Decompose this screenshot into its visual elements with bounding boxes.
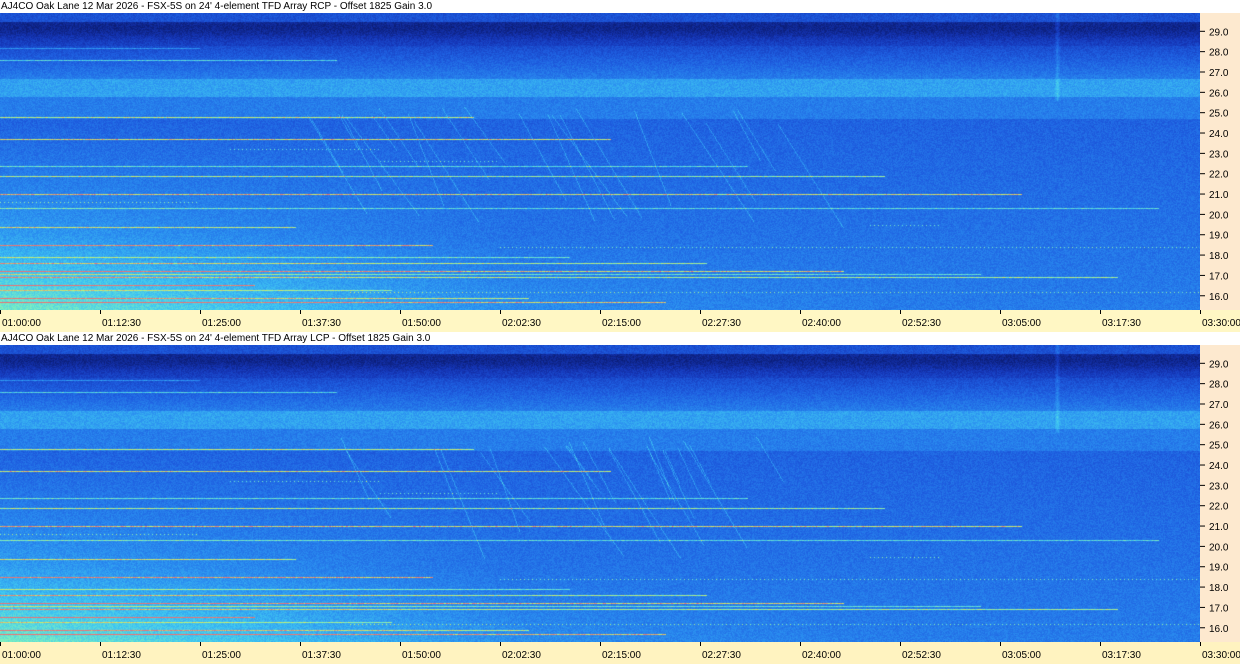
time-tick-label: 01:50:00 xyxy=(402,650,441,661)
frequency-tick-label: 17.0 xyxy=(1209,603,1229,614)
rcp-title: AJ4CO Oak Lane 12 Mar 2026 - FSX-5S on 2… xyxy=(0,0,1240,13)
frequency-tick-label: 28.0 xyxy=(1209,48,1229,59)
frequency-tick-label: 22.0 xyxy=(1209,502,1229,513)
lcp-frequency-axis-svg: 29.0 28.0 27.0 26.0 25.0 24.0 23.0 22.0 21.0 20.0… xyxy=(1200,359,1229,635)
frequency-tick-label: 23.0 xyxy=(1209,481,1229,492)
frequency-tick-label: 18.0 xyxy=(1209,251,1229,262)
time-tick-label: 01:00:00 xyxy=(2,318,41,329)
frequency-tick-label: 24.0 xyxy=(1209,461,1229,472)
time-tick-label: 03:17:30 xyxy=(1102,650,1141,661)
frequency-tick-label: 22.0 xyxy=(1209,170,1229,181)
time-tick-label: 02:52:30 xyxy=(902,318,941,329)
time-tick-label: 01:37:30 xyxy=(302,318,341,329)
frequency-tick-label: 17.0 xyxy=(1209,271,1229,282)
lcp-title: AJ4CO Oak Lane 12 Mar 2026 - FSX-5S on 2… xyxy=(0,332,1240,345)
lcp-time-axis: 01:00:00 01:12:30 01:25:00 01:37:30 01:50:00… xyxy=(0,642,1240,664)
frequency-tick-label: 21.0 xyxy=(1209,522,1229,533)
frequency-tick-label: 20.0 xyxy=(1209,542,1229,553)
time-tick-label: 03:05:00 xyxy=(1002,318,1041,329)
time-tick-label: 01:12:30 xyxy=(102,650,141,661)
frequency-tick-label: 16.0 xyxy=(1209,292,1229,303)
time-tick-label: 01:37:30 xyxy=(302,650,341,661)
time-tick-label: 01:12:30 xyxy=(102,318,141,329)
rcp-panel: AJ4CO Oak Lane 12 Mar 2026 - FSX-5S on 2… xyxy=(0,0,1240,332)
frequency-tick-label: 27.0 xyxy=(1209,68,1229,79)
time-tick-label: 01:50:00 xyxy=(402,318,441,329)
rcp-time-axis-svg: 01:00:00 01:12:30 01:25:00 01:37:30 01:50:00… xyxy=(0,310,1240,329)
frequency-tick-label: 25.0 xyxy=(1209,109,1229,120)
frequency-tick-label: 16.0 xyxy=(1209,624,1229,635)
time-tick-label: 02:27:30 xyxy=(702,318,741,329)
time-tick-label: 02:02:30 xyxy=(502,650,541,661)
frequency-tick-label: 25.0 xyxy=(1209,441,1229,452)
frequency-tick-label: 20.0 xyxy=(1209,210,1229,221)
time-tick-label: 02:40:00 xyxy=(802,650,841,661)
frequency-tick-label: 19.0 xyxy=(1209,231,1229,242)
frequency-tick-label: 23.0 xyxy=(1209,149,1229,160)
frequency-tick-label: 24.0 xyxy=(1209,129,1229,140)
rcp-frequency-axis-svg: 29.0 28.0 27.0 26.0 25.0 24.0 23.0 22.0 21.0 20.0… xyxy=(1200,27,1229,303)
frequency-tick-label: 29.0 xyxy=(1209,359,1229,370)
frequency-tick-label: 26.0 xyxy=(1209,88,1229,99)
rcp-time-axis: 01:00:00 01:12:30 01:25:00 01:37:30 01:50:00… xyxy=(0,310,1240,332)
time-tick-label: 02:02:30 xyxy=(502,318,541,329)
frequency-tick-label: 29.0 xyxy=(1209,27,1229,38)
lcp-time-axis-svg: 01:00:00 01:12:30 01:25:00 01:37:30 01:50:00… xyxy=(0,642,1240,661)
lcp-frequency-axis: 29.0 28.0 27.0 26.0 25.0 24.0 23.0 22.0 21.0 20.0… xyxy=(1200,345,1240,642)
frequency-tick-label: 26.0 xyxy=(1209,420,1229,431)
frequency-tick-label: 18.0 xyxy=(1209,583,1229,594)
time-tick-label: 03:30:00 xyxy=(1202,318,1240,329)
time-tick-label: 01:25:00 xyxy=(202,650,241,661)
time-tick-label: 03:30:00 xyxy=(1202,650,1240,661)
time-tick-label: 02:27:30 xyxy=(702,650,741,661)
time-tick-label: 02:15:00 xyxy=(602,650,641,661)
time-tick-label: 02:15:00 xyxy=(602,318,641,329)
frequency-tick-label: 28.0 xyxy=(1209,380,1229,391)
time-tick-label: 03:17:30 xyxy=(1102,318,1141,329)
time-tick-label: 02:40:00 xyxy=(802,318,841,329)
rcp-spectrogram xyxy=(0,13,1200,310)
time-tick-label: 01:25:00 xyxy=(202,318,241,329)
time-tick-label: 03:05:00 xyxy=(1002,650,1041,661)
frequency-tick-label: 27.0 xyxy=(1209,400,1229,411)
frequency-tick-label: 19.0 xyxy=(1209,563,1229,574)
lcp-spectrogram xyxy=(0,345,1200,642)
rcp-frequency-axis: 29.0 28.0 27.0 26.0 25.0 24.0 23.0 22.0 21.0 20.0… xyxy=(1200,13,1240,310)
lcp-panel: AJ4CO Oak Lane 12 Mar 2026 - FSX-5S on 2… xyxy=(0,332,1240,664)
time-tick-label: 02:52:30 xyxy=(902,650,941,661)
frequency-tick-label: 21.0 xyxy=(1209,190,1229,201)
time-tick-label: 01:00:00 xyxy=(2,650,41,661)
